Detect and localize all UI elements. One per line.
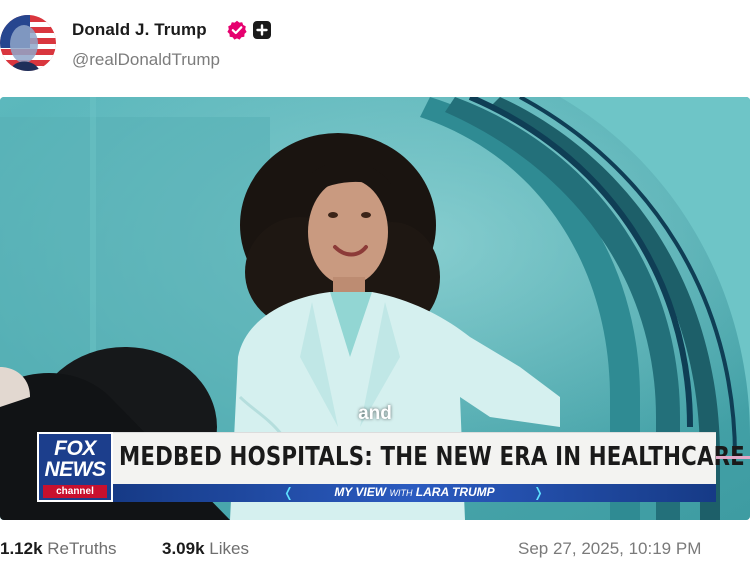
show-with: WITH bbox=[389, 488, 413, 498]
video-caption: and bbox=[358, 403, 392, 424]
show-strap-text: MY VIEW WITH LARA TRUMP bbox=[113, 485, 716, 499]
retruths-stat[interactable]: 1.12k ReTruths bbox=[0, 539, 117, 559]
author-handle[interactable]: @realDonaldTrump bbox=[72, 50, 220, 70]
news-lower-third: MEDBED HOSPITALS: THE NEW ERA IN HEALTHC… bbox=[113, 432, 745, 484]
likes-label: Likes bbox=[209, 539, 249, 558]
chevron-right-icon: ❭ bbox=[533, 485, 544, 500]
author-display-name[interactable]: Donald J. Trump bbox=[72, 20, 207, 40]
show-host: LARA TRUMP bbox=[415, 485, 495, 499]
author-avatar[interactable] bbox=[0, 14, 56, 72]
fox-news-logo: FOX NEWS channel bbox=[37, 432, 113, 502]
scan-line-decoration bbox=[716, 456, 750, 459]
show-strap: ❬ MY VIEW WITH LARA TRUMP ❭ bbox=[113, 484, 716, 502]
post-timestamp[interactable]: Sep 27, 2025, 10:19 PM bbox=[518, 539, 701, 559]
retruths-label: ReTruths bbox=[47, 539, 117, 558]
plus-badge-icon bbox=[253, 21, 271, 39]
news-headline: MEDBED HOSPITALS: THE NEW ERA IN HEALTHC… bbox=[119, 442, 745, 472]
verified-badge-icon bbox=[227, 20, 247, 40]
show-name: MY VIEW bbox=[334, 485, 387, 499]
fox-logo-line2: NEWS bbox=[44, 458, 107, 481]
flag-portrait-avatar-icon bbox=[0, 15, 56, 71]
fox-logo-line1: FOX bbox=[54, 437, 96, 460]
likes-stat[interactable]: 3.09k Likes bbox=[162, 539, 249, 559]
likes-count: 3.09k bbox=[162, 539, 205, 558]
retruths-count: 1.12k bbox=[0, 539, 43, 558]
fox-logo-channel: channel bbox=[43, 485, 107, 498]
